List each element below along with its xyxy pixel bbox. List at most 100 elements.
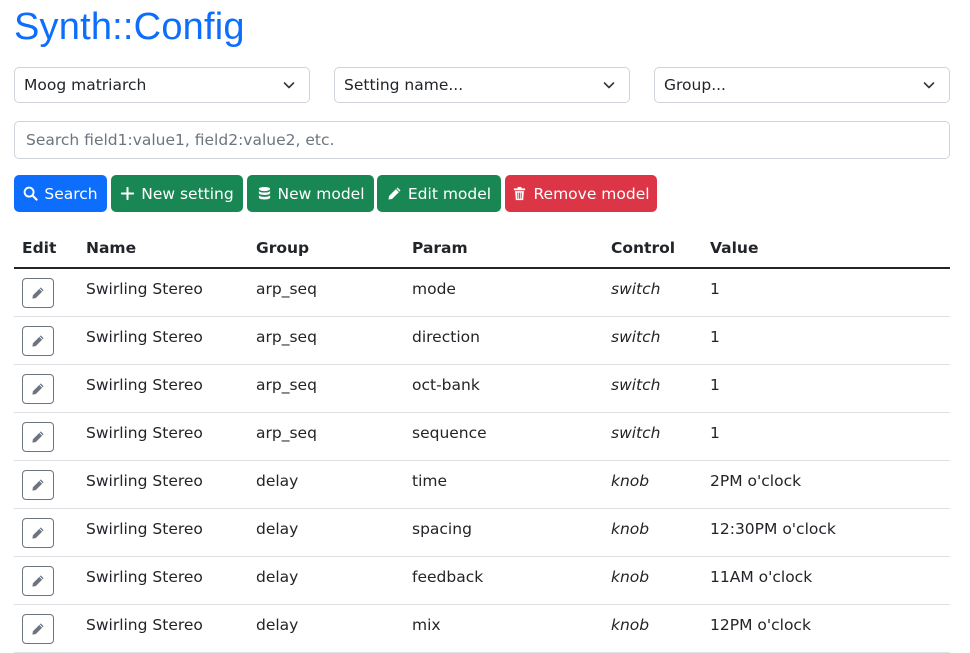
table-row: Swirling Stereo arp_seq sequence switch 1 (14, 412, 950, 461)
cell-value: 1 (702, 364, 950, 413)
cell-value: 2PM o'clock (702, 460, 950, 509)
cell-name: Swirling Stereo (78, 508, 248, 557)
pencil-icon (32, 334, 44, 347)
edit-cell (14, 364, 78, 413)
table-row: Swirling Stereo delay time knob 2PM o'clock (14, 460, 950, 509)
database-icon (258, 186, 270, 200)
cell-group: delay (248, 508, 404, 557)
column-header-name[interactable]: Name (78, 229, 248, 269)
cell-control: knob (603, 460, 702, 509)
cell-group: delay (248, 556, 404, 605)
cell-control: switch (603, 316, 702, 365)
table-row: Swirling Stereo delay feedback knob 11AM o'c… (14, 556, 950, 605)
cell-param: direction (404, 316, 603, 365)
cell-param: sequence (404, 412, 603, 461)
cell-control: switch (603, 364, 702, 413)
column-header-edit: Edit (14, 229, 78, 269)
edit-cell (14, 508, 78, 557)
cell-group: arp_seq (248, 316, 404, 365)
cell-name: Swirling Stereo (78, 604, 248, 653)
cell-param: oct-bank (404, 364, 603, 413)
cell-param: mix (404, 604, 603, 653)
remove-model-button[interactable]: Remove model (505, 175, 657, 212)
table-row: Swirling Stereo delay spacing knob 12:30PM o… (14, 508, 950, 557)
table-row: Swirling Stereo arp_seq oct-bank switch 1 (14, 364, 950, 413)
column-header-control[interactable]: Control (603, 229, 702, 269)
column-header-value[interactable]: Value (702, 229, 950, 269)
trash-icon (514, 186, 526, 201)
cell-value: 1 (702, 316, 950, 365)
model-select[interactable]: Moog matriarch (14, 67, 310, 103)
filter-bar: Moog matriarch Setting name... Group... (14, 67, 950, 105)
edit-cell (14, 460, 78, 509)
edit-row-button[interactable] (22, 373, 54, 404)
edit-row-button[interactable] (22, 517, 54, 548)
edit-row-button[interactable] (22, 325, 54, 356)
cell-name: Swirling Stereo (78, 316, 248, 365)
edit-row-button[interactable] (22, 565, 54, 596)
edit-row-button[interactable] (22, 421, 54, 452)
cell-group: delay (248, 604, 404, 653)
cell-param: mode (404, 268, 603, 317)
cell-group: arp_seq (248, 364, 404, 413)
edit-row-button[interactable] (22, 613, 54, 644)
table-header-row: Edit Name Group Param Control Value (14, 229, 950, 269)
edit-cell (14, 412, 78, 461)
pencil-icon (32, 430, 44, 443)
column-header-param[interactable]: Param (404, 229, 603, 269)
cell-value: 1 (702, 412, 950, 461)
cell-value: 12PM o'clock (702, 604, 950, 653)
cell-name: Swirling Stereo (78, 556, 248, 605)
edit-cell (14, 268, 78, 317)
remove-model-button-label: Remove model (533, 184, 650, 203)
cell-control: knob (603, 556, 702, 605)
cell-control: knob (603, 508, 702, 557)
edit-cell (14, 316, 78, 365)
new-setting-button-label: New setting (141, 184, 234, 203)
chevron-down-icon (923, 82, 935, 89)
group-select-value: Group... (664, 76, 726, 94)
edit-cell (14, 556, 78, 605)
new-model-button-label: New model (277, 184, 365, 203)
search-button-label: Search (44, 184, 98, 203)
cell-control: switch (603, 412, 702, 461)
table-row: Swirling Stereo arp_seq direction switch 1 (14, 316, 950, 365)
cell-value: 11AM o'clock (702, 556, 950, 605)
pencil-icon (388, 187, 401, 200)
cell-name: Swirling Stereo (78, 364, 248, 413)
edit-row-button[interactable] (22, 469, 54, 500)
chevron-down-icon (603, 82, 615, 89)
model-select-value: Moog matriarch (24, 76, 147, 94)
search-input[interactable] (14, 121, 950, 159)
pencil-icon (32, 287, 44, 299)
setting-select-value: Setting name... (344, 76, 464, 94)
pencil-icon (32, 574, 44, 587)
pencil-icon (32, 382, 44, 395)
cell-name: Swirling Stereo (78, 268, 248, 317)
column-header-group[interactable]: Group (248, 229, 404, 269)
page-title: Synth::Config (14, 6, 245, 48)
edit-model-button-label: Edit model (407, 184, 492, 203)
cell-group: arp_seq (248, 268, 404, 317)
new-model-button[interactable]: New model (247, 175, 374, 212)
plus-icon (121, 186, 135, 201)
chevron-down-icon (283, 82, 295, 89)
pencil-icon (32, 526, 44, 539)
cell-group: delay (248, 460, 404, 509)
cell-value: 1 (702, 268, 950, 317)
edit-model-button[interactable]: Edit model (377, 175, 501, 212)
search-icon (24, 186, 38, 201)
cell-group: arp_seq (248, 412, 404, 461)
cell-param: feedback (404, 556, 603, 605)
settings-table: Edit Name Group Param Control Value Swir… (14, 229, 950, 653)
edit-row-button[interactable] (22, 278, 54, 308)
pencil-icon (32, 622, 44, 635)
table-row: Swirling Stereo delay mix knob 12PM o'clock (14, 604, 950, 653)
group-select[interactable]: Group... (654, 67, 950, 103)
search-button[interactable]: Search (14, 175, 107, 212)
new-setting-button[interactable]: New setting (111, 175, 243, 212)
pencil-icon (32, 478, 44, 491)
cell-param: time (404, 460, 603, 509)
table-row: Swirling Stereo arp_seq mode switch 1 (14, 268, 950, 317)
setting-select[interactable]: Setting name... (334, 67, 630, 103)
